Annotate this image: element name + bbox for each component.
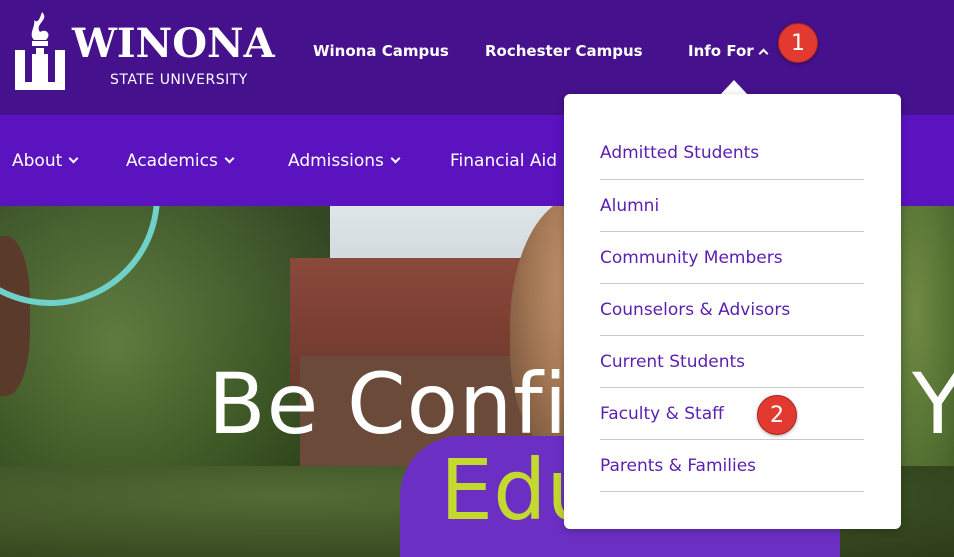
info-for-community-members[interactable]: Community Members [600,232,864,284]
university-logo[interactable]: WINONA STATE UNIVERSITY [12,10,277,95]
info-for-counselors-advisors[interactable]: Counselors & Advisors [600,284,864,336]
callout-badge-2: 2 [757,395,797,435]
chevron-down-icon [390,153,401,164]
info-for-alumni[interactable]: Alumni [600,180,864,232]
info-for-label: Info For [688,42,754,60]
info-for-current-students[interactable]: Current Students [600,336,864,388]
winona-torch-logo-icon [15,12,65,90]
logo-wordmark: WINONA [72,20,275,67]
nav-item-label: Financial Aid [450,151,557,171]
nav-item-label: Admissions [288,151,384,171]
nav-item-admissions[interactable]: Admissions [288,149,401,173]
chevron-down-icon [68,153,79,164]
rochester-campus-link[interactable]: Rochester Campus [485,40,643,62]
winona-campus-link[interactable]: Winona Campus [313,40,449,62]
nav-item-label: Academics [126,151,218,171]
nav-item-about[interactable]: About [12,149,79,173]
info-for-parents-families[interactable]: Parents & Families [600,440,864,492]
info-for-admitted-students[interactable]: Admitted Students [600,128,864,180]
callout-badge-1: 1 [778,23,818,63]
hero-headline-end: Y [912,355,954,453]
chevron-up-icon [758,48,769,59]
info-for-dropdown: Admitted Students Alumni Community Membe… [564,94,901,529]
info-for-faculty-staff[interactable]: Faculty & Staff [600,388,864,440]
info-for-list: Admitted Students Alumni Community Membe… [600,128,864,492]
dropdown-caret [720,80,748,95]
logo-subtitle: STATE UNIVERSITY [110,72,248,88]
nav-item-financial-aid[interactable]: Financial Aid [450,149,557,173]
nav-item-label: About [12,151,63,171]
hero-headline: Be Confi [208,355,569,453]
info-for-menu-toggle[interactable]: Info For [688,40,769,62]
nav-item-academics[interactable]: Academics [126,149,235,173]
chevron-down-icon [224,153,235,164]
